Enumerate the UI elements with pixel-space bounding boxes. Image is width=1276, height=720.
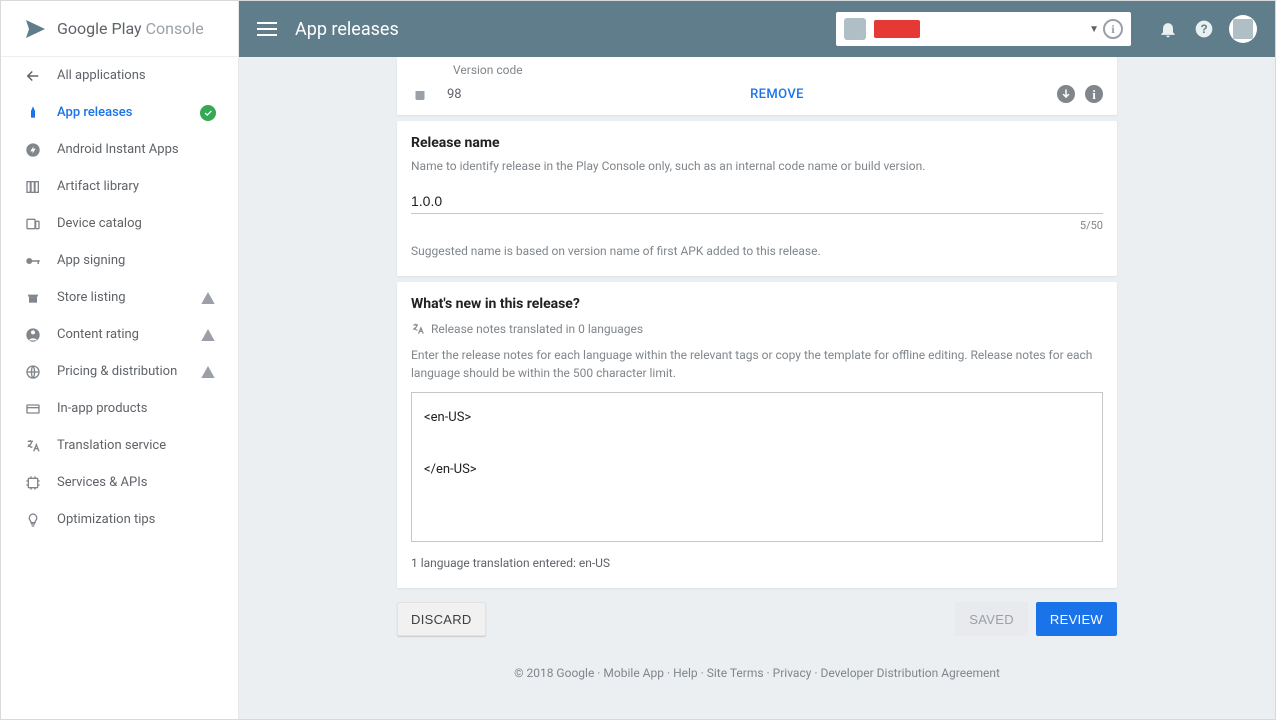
apk-card: Version code 98 REMOVE i	[397, 57, 1117, 115]
store-icon	[23, 290, 43, 306]
nav-services-apis[interactable]: Services & APIs	[1, 464, 238, 501]
footer-link[interactable]: Developer Distribution Agreement	[821, 666, 1000, 680]
whats-new-card: What's new in this release? Release note…	[397, 282, 1117, 588]
discard-button[interactable]: DISCARD	[397, 602, 486, 636]
nav-label: Device catalog	[57, 216, 142, 231]
nav-label: Services & APIs	[57, 475, 147, 490]
nav-label: Pricing & distribution	[57, 364, 177, 379]
credit-card-icon	[23, 401, 43, 417]
avatar-icon	[1233, 19, 1253, 39]
expand-icon[interactable]	[1057, 85, 1075, 103]
info-icon[interactable]: i	[1103, 19, 1123, 39]
action-button-row: DISCARD SAVED REVIEW	[397, 602, 1117, 636]
nav-label: All applications	[57, 68, 146, 83]
release-notes-textarea[interactable]	[411, 392, 1103, 542]
translate-icon	[23, 438, 43, 454]
nav-label: App releases	[57, 105, 132, 120]
nav-label: Translation service	[57, 438, 166, 453]
play-logo-icon	[23, 17, 47, 41]
footer-copyright: © 2018 Google	[514, 666, 594, 680]
play-console-logo: Google Play Console	[1, 1, 238, 57]
nav-all-applications[interactable]: All applications	[1, 57, 238, 94]
remove-apk-button[interactable]: REMOVE	[750, 87, 804, 102]
release-name-card: Release name Name to identify release in…	[397, 121, 1117, 276]
release-name-char-count: 5/50	[411, 219, 1103, 232]
nav-optimization-tips[interactable]: Optimization tips	[1, 501, 238, 538]
dropdown-caret-icon[interactable]: ▼	[1085, 24, 1103, 35]
release-name-heading: Release name	[411, 135, 1103, 151]
nav-in-app-products[interactable]: In-app products	[1, 390, 238, 427]
whats-new-desc: Enter the release notes for each languag…	[411, 346, 1103, 382]
globe-icon	[23, 364, 43, 380]
nav-content-rating[interactable]: Content rating	[1, 316, 238, 353]
footer-link[interactable]: Mobile App	[603, 666, 664, 680]
app-name-redacted	[874, 20, 920, 38]
footer-link[interactable]: Privacy	[773, 666, 812, 680]
account-avatar[interactable]	[1229, 15, 1257, 43]
key-icon	[23, 252, 43, 270]
content-rating-icon	[23, 327, 43, 343]
version-code-value: 98	[447, 87, 497, 102]
nav-app-releases[interactable]: App releases	[1, 94, 238, 131]
page-title: App releases	[295, 19, 399, 40]
devices-icon	[23, 216, 43, 232]
nav-translation-service[interactable]: Translation service	[1, 427, 238, 464]
warning-icon	[200, 364, 216, 380]
sidebar: Google Play Console All applications App…	[1, 1, 239, 719]
apk-info-icon[interactable]: i	[1085, 85, 1103, 103]
release-name-input[interactable]	[411, 185, 1103, 214]
translation-entered: 1 language translation entered: en-US	[411, 556, 1103, 570]
nav-label: Optimization tips	[57, 512, 155, 527]
help-icon[interactable]: ?	[1193, 18, 1215, 40]
status-ok-icon	[200, 105, 216, 121]
releases-icon	[23, 105, 43, 121]
saved-button: SAVED	[955, 602, 1028, 636]
footer-link[interactable]: Site Terms	[707, 666, 764, 680]
release-name-sub: Name to identify release in the Play Con…	[411, 159, 1103, 173]
nav-label: Store listing	[57, 290, 126, 305]
nav-store-listing[interactable]: Store listing	[1, 279, 238, 316]
android-icon	[411, 85, 447, 103]
version-code-label: Version code	[411, 59, 1103, 85]
nav-label: Android Instant Apps	[57, 142, 179, 157]
translate-icon	[411, 322, 425, 336]
footer: © 2018 Google · Mobile App · Help · Site…	[397, 666, 1117, 680]
whats-new-heading: What's new in this release?	[411, 296, 1103, 312]
lightbulb-icon	[23, 512, 43, 528]
nav-instant-apps[interactable]: Android Instant Apps	[1, 131, 238, 168]
app-thumbnail-icon	[844, 18, 866, 40]
warning-icon	[200, 327, 216, 343]
review-button[interactable]: REVIEW	[1036, 602, 1117, 636]
warning-icon	[200, 290, 216, 306]
footer-link[interactable]: Help	[673, 666, 698, 680]
nav-label: Content rating	[57, 327, 139, 342]
svg-text:?: ?	[1200, 23, 1207, 36]
menu-icon[interactable]	[257, 22, 277, 36]
nav-app-signing[interactable]: App signing	[1, 242, 238, 279]
nav-pricing-distribution[interactable]: Pricing & distribution	[1, 353, 238, 390]
app-selector[interactable]: ▼ i	[836, 12, 1131, 46]
nav-artifact-library[interactable]: Artifact library	[1, 168, 238, 205]
topbar: App releases ▼ i ?	[239, 1, 1275, 57]
nav-label: App signing	[57, 253, 125, 268]
api-icon	[23, 475, 43, 491]
play-console-wordmark: Google Play Console	[57, 19, 204, 38]
bolt-icon	[23, 142, 43, 158]
nav-label: In-app products	[57, 401, 147, 416]
nav-label: Artifact library	[57, 179, 139, 194]
notifications-icon[interactable]	[1157, 18, 1179, 40]
library-icon	[23, 179, 43, 195]
apk-row: 98 REMOVE i	[411, 85, 1103, 103]
translated-count: Release notes translated in 0 languages	[431, 322, 643, 336]
arrow-back-icon	[23, 67, 43, 85]
nav-device-catalog[interactable]: Device catalog	[1, 205, 238, 242]
release-name-hint: Suggested name is based on version name …	[411, 244, 1103, 258]
